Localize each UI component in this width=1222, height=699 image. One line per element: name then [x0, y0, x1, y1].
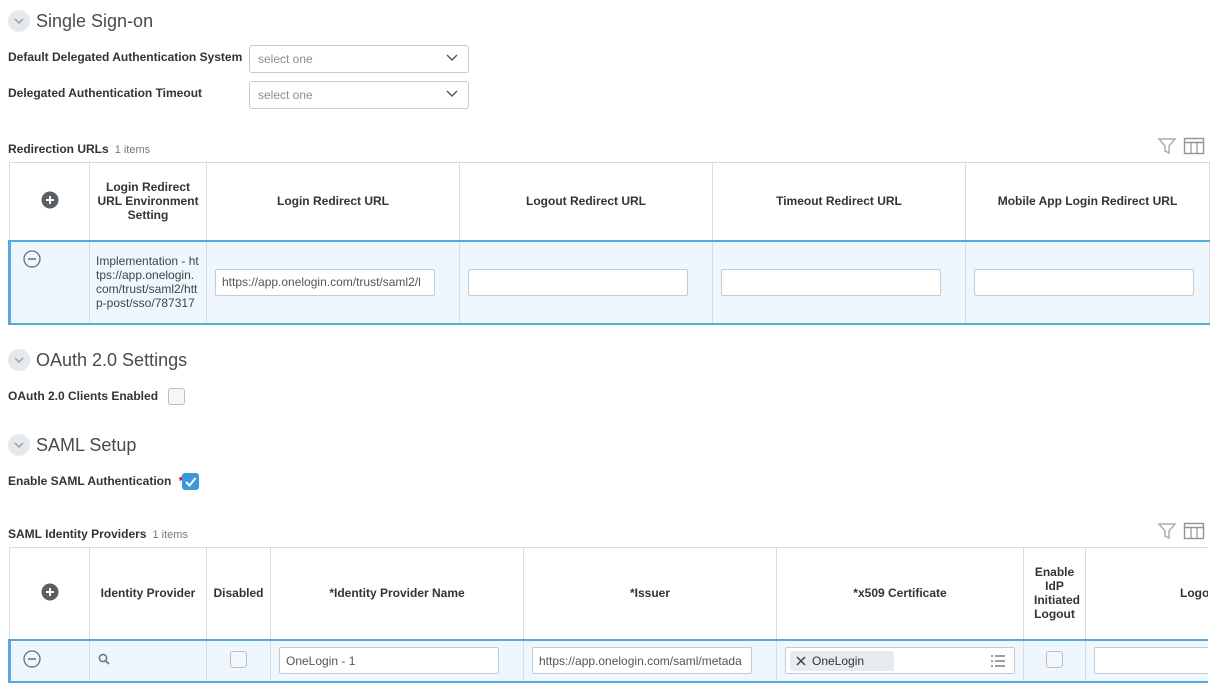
enable-saml-label-text: Enable SAML Authentication: [8, 474, 172, 488]
timeout-redirect-url-input[interactable]: [721, 268, 941, 296]
grid-title-text: SAML Identity Providers: [8, 527, 147, 541]
saml-identity-providers-table: Identity Provider Disabled *Identity Pro…: [8, 547, 1208, 683]
column-header[interactable]: Disabled: [206, 547, 271, 640]
disabled-checkbox[interactable]: [230, 650, 247, 668]
logout-response-cell: [1085, 638, 1208, 683]
table-header-row: Identity Provider Disabled *Identity Pro…: [9, 547, 1208, 640]
chevron-down-icon: [446, 90, 458, 97]
delegated-system-select[interactable]: select one: [249, 45, 469, 73]
logout-url-cell: [459, 239, 713, 325]
column-header[interactable]: Login Redirect URL Environment Setting: [89, 162, 207, 241]
list-icon[interactable]: [990, 654, 1006, 668]
column-header[interactable]: Login Redirect URL: [206, 162, 460, 241]
enable-saml-checkbox[interactable]: [182, 473, 199, 490]
remove-row-icon[interactable]: [23, 249, 41, 268]
logout-response-input[interactable]: [1094, 647, 1208, 674]
redirection-urls-table: Login Redirect URL Environment Setting L…: [8, 162, 1210, 325]
x509-certificate-selector[interactable]: OneLogin: [785, 647, 1015, 674]
collapse-oauth-button[interactable]: [8, 349, 30, 371]
enable-idp-logout-checkbox[interactable]: [1046, 650, 1063, 668]
redirection-grid-title: Redirection URLs 1 items: [8, 142, 150, 156]
remove-tag-icon[interactable]: [796, 655, 806, 666]
column-header[interactable]: Identity Provider: [89, 547, 207, 640]
filter-icon[interactable]: [1157, 521, 1177, 541]
delegated-timeout-label: Delegated Authentication Timeout: [8, 86, 203, 100]
remove-row-icon[interactable]: [23, 650, 41, 668]
column-header[interactable]: Enable IdP Initiated Logout: [1023, 547, 1086, 640]
grid-item-count: 1 items: [152, 529, 188, 541]
certificate-cell: OneLogin: [776, 638, 1024, 683]
chevron-down-icon: [14, 442, 24, 448]
redirection-grid-tools: [1157, 136, 1205, 156]
filter-icon[interactable]: [1157, 136, 1177, 156]
issuer-cell: https://app.onelogin.com/saml/metada: [523, 638, 777, 683]
search-icon[interactable]: [98, 653, 110, 665]
select-placeholder: select one: [258, 88, 313, 102]
logout-redirect-url-input[interactable]: [468, 268, 688, 296]
add-row-header: [9, 162, 90, 241]
column-header[interactable]: Logout Res: [1085, 547, 1208, 640]
add-row-icon[interactable]: [41, 583, 59, 601]
column-header[interactable]: Logout Redirect URL: [459, 162, 713, 241]
mobile-url-cell: [965, 239, 1210, 325]
grid-title-text: Redirection URLs: [8, 142, 109, 156]
environment-value: Implementation - https://app.onelogin.co…: [96, 254, 199, 310]
certificate-tag-label: OneLogin: [812, 653, 865, 668]
oauth-clients-checkbox[interactable]: [168, 388, 185, 405]
section-saml: SAML Setup: [8, 434, 136, 456]
column-header[interactable]: *Identity Provider Name: [270, 547, 524, 640]
enable-saml-label: Enable SAML Authentication *: [8, 474, 183, 488]
collapse-sso-button[interactable]: [8, 10, 30, 32]
idp-table-viewport: Identity Provider Disabled *Identity Pro…: [8, 547, 1208, 697]
column-header[interactable]: Timeout Redirect URL: [712, 162, 966, 241]
idp-logout-cell: [1023, 638, 1086, 683]
disabled-cell: [206, 638, 271, 683]
idp-grid-tools: [1157, 521, 1205, 541]
idp-name-cell: OneLogin - 1: [270, 638, 524, 683]
section-title: Single Sign-on: [36, 10, 154, 31]
column-header[interactable]: *Issuer: [523, 547, 777, 640]
chevron-down-icon: [14, 357, 24, 363]
identity-provider-cell: [89, 638, 207, 683]
add-row-header: [9, 547, 90, 640]
environment-cell: Implementation - https://app.onelogin.co…: [89, 239, 207, 325]
idp-grid-title: SAML Identity Providers 1 items: [8, 527, 188, 541]
login-url-cell: https://app.onelogin.com/trust/saml2/l: [206, 239, 460, 325]
identity-provider-name-input[interactable]: OneLogin - 1: [279, 647, 499, 674]
section-title: OAuth 2.0 Settings: [36, 349, 188, 370]
table-header-row: Login Redirect URL Environment Setting L…: [9, 162, 1210, 241]
oauth-clients-label: OAuth 2.0 Clients Enabled: [8, 389, 159, 403]
remove-row-cell: [8, 239, 90, 325]
delegated-system-label: Default Delegated Authentication System: [8, 50, 243, 64]
remove-row-cell: [8, 638, 90, 683]
issuer-input[interactable]: https://app.onelogin.com/saml/metada: [532, 647, 752, 674]
columns-icon[interactable]: [1183, 521, 1205, 541]
login-redirect-url-input[interactable]: https://app.onelogin.com/trust/saml2/l: [215, 268, 435, 296]
chevron-down-icon: [14, 18, 24, 24]
section-title: SAML Setup: [36, 434, 137, 455]
section-single-sign-on: Single Sign-on: [8, 10, 153, 32]
collapse-saml-button[interactable]: [8, 434, 30, 456]
select-placeholder: select one: [258, 52, 313, 66]
column-header[interactable]: Mobile App Login Redirect URL: [965, 162, 1210, 241]
section-oauth: OAuth 2.0 Settings: [8, 349, 187, 371]
table-row: Implementation - https://app.onelogin.co…: [8, 239, 1210, 325]
timeout-url-cell: [712, 239, 966, 325]
certificate-tag: OneLogin: [790, 650, 895, 671]
columns-icon[interactable]: [1183, 136, 1205, 156]
checkmark-icon: [185, 477, 197, 487]
chevron-down-icon: [446, 54, 458, 61]
delegated-timeout-select[interactable]: select one: [249, 81, 469, 109]
add-row-icon[interactable]: [41, 191, 59, 209]
table-row: OneLogin - 1 https://app.onelogin.com/sa…: [8, 638, 1208, 683]
mobile-login-redirect-url-input[interactable]: [974, 268, 1194, 296]
grid-item-count: 1 items: [114, 144, 151, 156]
column-header[interactable]: *x509 Certificate: [776, 547, 1024, 640]
